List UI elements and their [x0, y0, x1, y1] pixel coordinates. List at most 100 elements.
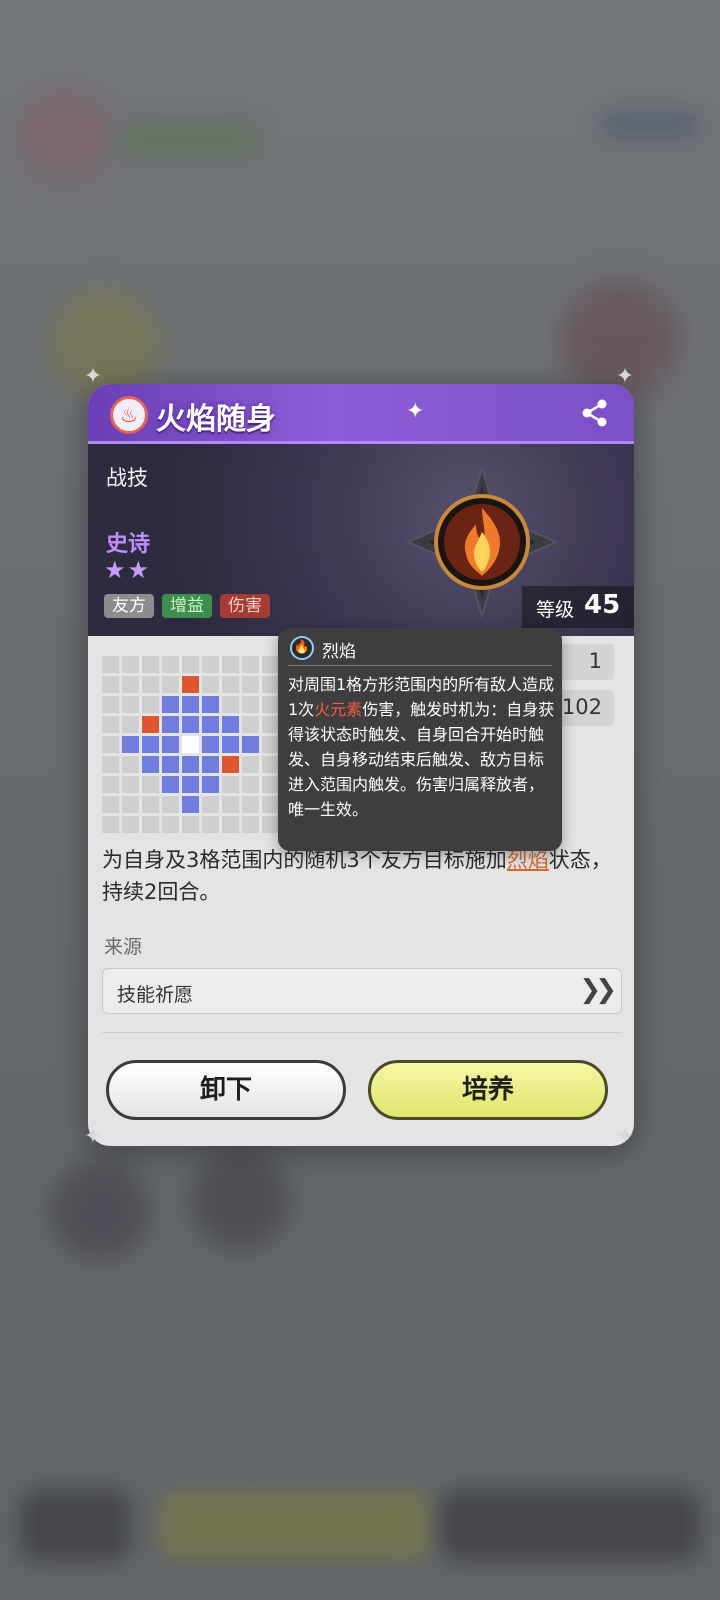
- fire-element-text: 火元素: [314, 700, 363, 719]
- range-cell: [102, 816, 119, 833]
- range-cell: [182, 796, 199, 813]
- range-cell: [102, 756, 119, 773]
- range-cell: [202, 816, 219, 833]
- range-cell: [182, 776, 199, 793]
- range-cell: [142, 816, 159, 833]
- flame-icon: 🔥: [290, 636, 314, 660]
- range-cell: [162, 696, 179, 713]
- range-cell: [122, 716, 139, 733]
- range-cell: [162, 776, 179, 793]
- range-cell: [262, 796, 279, 813]
- level-label: 等级: [536, 599, 575, 621]
- range-cell: [262, 656, 279, 673]
- corner-ornament-icon: ✦: [83, 364, 103, 389]
- range-cell: [142, 736, 159, 753]
- range-cell: [202, 796, 219, 813]
- range-cell: [222, 676, 239, 693]
- range-cell: [262, 696, 279, 713]
- range-cell: [222, 696, 239, 713]
- range-cell: [162, 716, 179, 733]
- range-cell: [242, 816, 259, 833]
- range-cell: [102, 736, 119, 753]
- train-button[interactable]: 培养: [368, 1060, 608, 1120]
- range-cell: [162, 656, 179, 673]
- range-cell: [242, 696, 259, 713]
- range-cell: [122, 796, 139, 813]
- range-cell: [182, 676, 199, 693]
- range-cell: [182, 716, 199, 733]
- range-cell: [142, 756, 159, 773]
- range-cell: [122, 776, 139, 793]
- range-cell: [162, 756, 179, 773]
- range-cell: [242, 656, 259, 673]
- tag-buff: 增益: [162, 594, 212, 618]
- tag-damage: 伤害: [220, 594, 270, 618]
- range-cell: [202, 656, 219, 673]
- divider: [102, 1032, 622, 1033]
- range-cell: [122, 656, 139, 673]
- range-cell: [222, 736, 239, 753]
- source-row[interactable]: 技能祈愿 ❯❯: [102, 968, 622, 1014]
- range-cell: [122, 816, 139, 833]
- skill-name: 火焰随身: [156, 402, 276, 437]
- range-cell: [202, 756, 219, 773]
- range-cell: [162, 676, 179, 693]
- range-cell: [242, 716, 259, 733]
- range-cell: [222, 756, 239, 773]
- status-link-blaze[interactable]: 烈焰: [507, 848, 549, 872]
- range-cell: [162, 816, 179, 833]
- source-label: 来源: [104, 936, 143, 958]
- stat-value: 1: [588, 649, 602, 673]
- range-cell: [222, 796, 239, 813]
- range-cell: [182, 736, 199, 753]
- range-cell: [262, 776, 279, 793]
- title-bar: ♨ 火焰随身 ✦: [88, 384, 634, 444]
- corner-ornament-icon: ✦: [615, 1124, 635, 1149]
- range-cell: [122, 756, 139, 773]
- range-cell: [242, 776, 259, 793]
- range-cell: [222, 656, 239, 673]
- status-tooltip: 🔥 烈焰 对周围1格方形范围内的所有敌人造成1次火元素伤害，触发时机为：自身获得…: [278, 628, 562, 851]
- level-value: 45: [584, 590, 621, 620]
- range-cell: [142, 716, 159, 733]
- range-cell: [102, 716, 119, 733]
- range-cell: [262, 676, 279, 693]
- star-rating: ★★: [104, 556, 152, 584]
- range-grid: [102, 656, 279, 833]
- range-cell: [122, 676, 139, 693]
- range-cell: [102, 796, 119, 813]
- range-cell: [202, 776, 219, 793]
- unequip-button[interactable]: 卸下: [106, 1060, 346, 1120]
- range-cell: [182, 816, 199, 833]
- range-cell: [102, 696, 119, 713]
- range-cell: [242, 756, 259, 773]
- tooltip-header: 🔥 烈焰: [288, 636, 552, 666]
- range-cell: [102, 656, 119, 673]
- range-cell: [222, 716, 239, 733]
- range-cell: [142, 676, 159, 693]
- range-cell: [222, 816, 239, 833]
- range-cell: [122, 696, 139, 713]
- tooltip-body: 对周围1格方形范围内的所有敌人造成1次火元素伤害，触发时机为：自身获得该状态时触…: [288, 672, 556, 822]
- double-chevron-right-icon: ❯❯: [579, 975, 616, 1005]
- range-cell: [162, 796, 179, 813]
- range-cell: [262, 716, 279, 733]
- skill-rarity: 史诗: [106, 532, 151, 557]
- range-cell: [242, 796, 259, 813]
- range-cell: [122, 736, 139, 753]
- range-cell: [242, 736, 259, 753]
- range-cell: [102, 676, 119, 693]
- sparkle-icon: ✦: [406, 399, 425, 424]
- range-cell: [202, 736, 219, 753]
- fire-crest-icon: ♨: [110, 396, 148, 434]
- range-cell: [222, 776, 239, 793]
- range-cell: [202, 696, 219, 713]
- range-cell: [182, 656, 199, 673]
- skill-hero-panel: 战技 史诗 ★★ 友方 增益 伤害 等级 45: [88, 444, 634, 636]
- range-cell: [242, 676, 259, 693]
- level-indicator: 等级 45: [522, 586, 634, 628]
- range-cell: [262, 816, 279, 833]
- range-cell: [142, 776, 159, 793]
- share-icon[interactable]: [578, 396, 612, 430]
- range-cell: [102, 776, 119, 793]
